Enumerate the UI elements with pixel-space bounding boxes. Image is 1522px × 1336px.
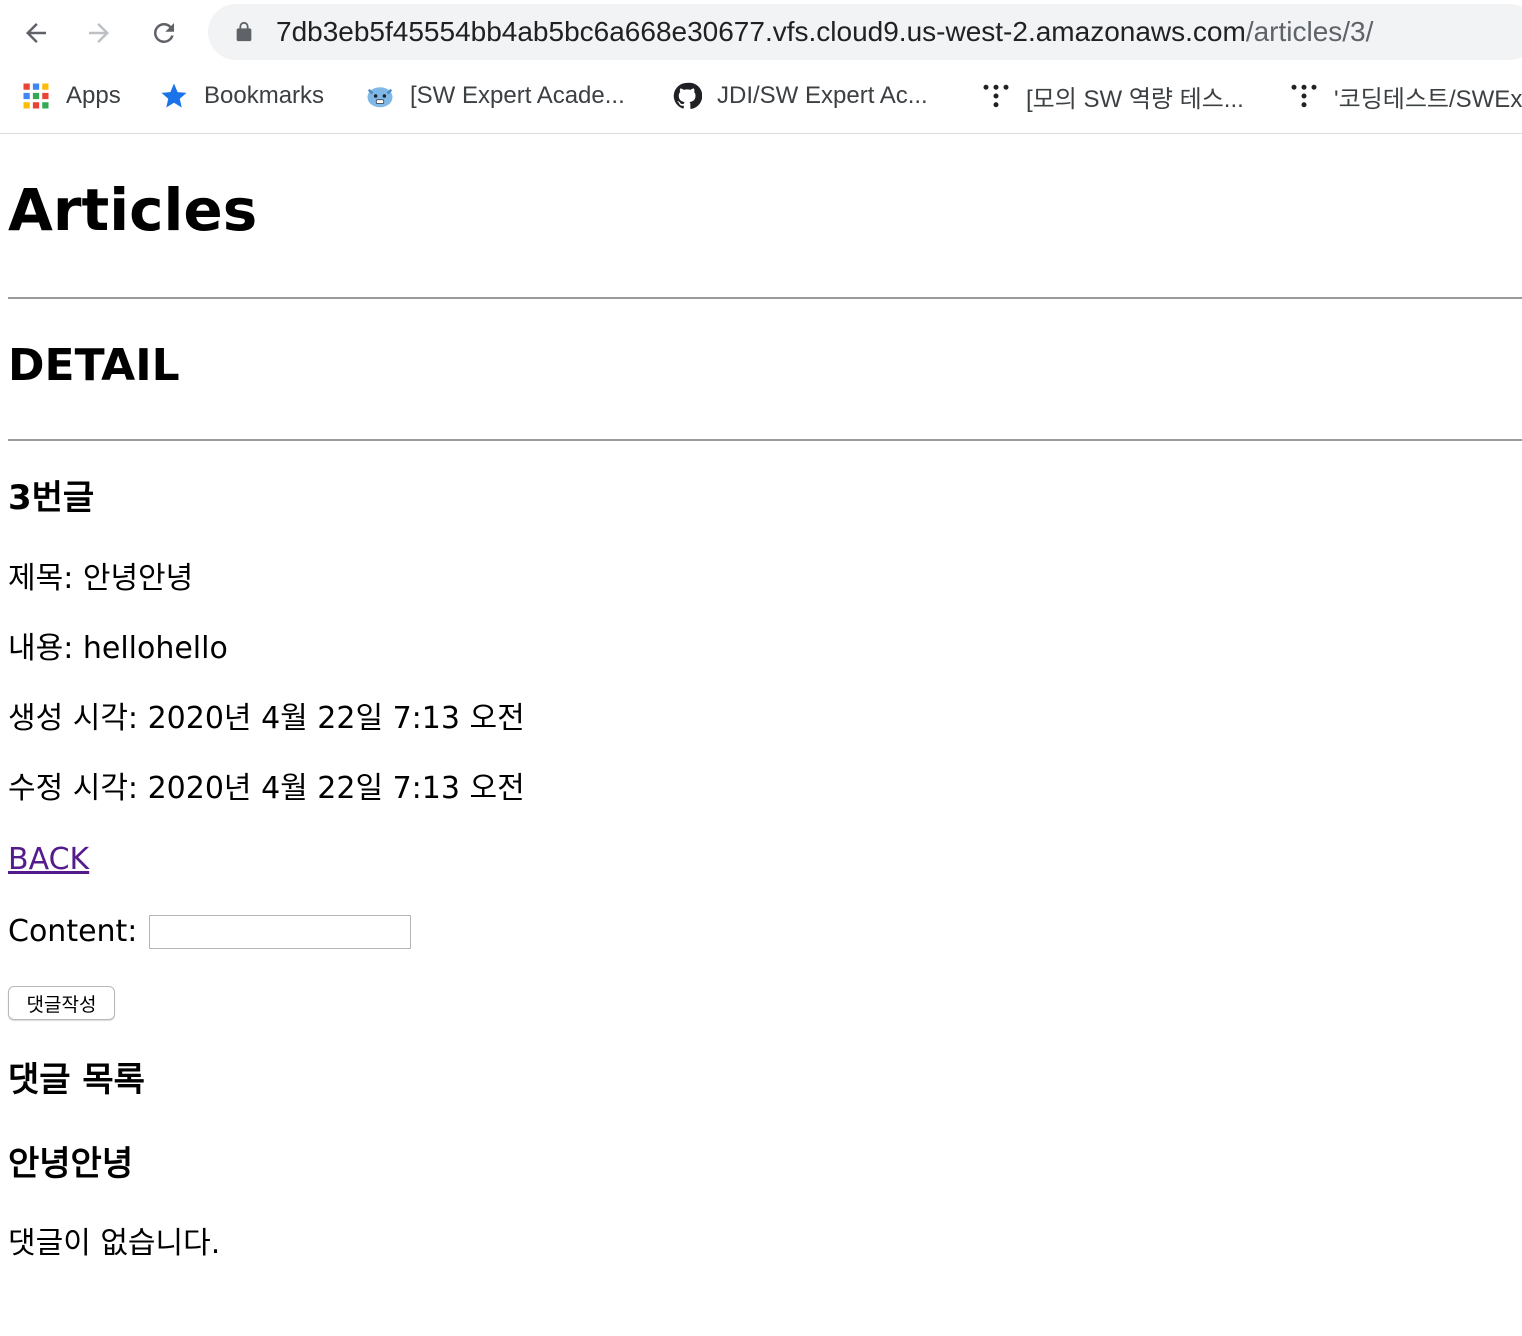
article-content: 내용: hellohello [8, 631, 228, 666]
url-text: 7db3eb5f45554bb4ab5bc6a668e30677.vfs.clo… [276, 16, 1373, 48]
comment-form: Content: [8, 910, 412, 954]
bookmark-apps[interactable]: Apps [20, 72, 121, 120]
back-link[interactable]: BACK [8, 840, 89, 880]
arrow-left-icon [26, 23, 46, 43]
reload-icon [153, 22, 174, 43]
no-comments-message: 댓글이 없습니다. [8, 1226, 221, 1261]
apps-grid-icon [20, 80, 52, 112]
section-heading: DETAIL [8, 340, 180, 391]
bookmark-label: [모의 SW 역량 테스... [1026, 85, 1244, 113]
sw-expert-academy-icon [364, 80, 396, 112]
article-title: 제목: 안녕안녕 [8, 561, 194, 596]
arrow-right-icon [89, 23, 109, 43]
bookmark-label: Bookmarks [204, 82, 325, 109]
github-icon [671, 80, 703, 112]
lock-icon [236, 21, 252, 42]
bookmark-mock-sw-test[interactable]: [모의 SW 역량 테스... [980, 72, 1244, 120]
bookmark-coding-test[interactable]: '코딩테스트/SWEx [1288, 72, 1522, 120]
comment-content-label: Content: [8, 914, 138, 949]
comments-heading: 댓글 목록 [8, 1060, 145, 1100]
bookmark-label: '코딩테스트/SWEx [1334, 85, 1522, 113]
submit-comment-button[interactable]: 댓글작성 [8, 986, 115, 1020]
page-title: Articles [8, 176, 258, 244]
bookmark-bookmarks[interactable]: Bookmarks [158, 72, 324, 120]
divider [8, 439, 1522, 441]
url-path: /articles/3/ [1245, 16, 1374, 47]
reload-button[interactable] [145, 14, 183, 52]
comment-content-input[interactable] [149, 915, 412, 949]
bookmark-label: [SW Expert Acade... [410, 82, 625, 109]
bookmark-label: Apps [66, 82, 121, 109]
address-bar[interactable]: 7db3eb5f45554bb4ab5bc6a668e30677.vfs.clo… [208, 4, 1522, 60]
url-host: 7db3eb5f45554bb4ab5bc6a668e30677.vfs.clo… [276, 16, 1246, 47]
bookmarks-bar: Apps Bookmarks [SW Expert Acade... JDI/S… [0, 72, 1522, 120]
browser-chrome: 7db3eb5f45554bb4ab5bc6a668e30677.vfs.clo… [0, 0, 1522, 134]
article-created-at: 생성 시각: 2020년 4월 22일 7:13 오전 [8, 701, 525, 736]
divider [8, 297, 1522, 299]
comment-article-title: 안녕안녕 [8, 1144, 134, 1184]
dots-icon [980, 80, 1012, 112]
star-icon [158, 80, 190, 112]
bookmark-label: JDI/SW Expert Ac... [717, 82, 928, 109]
dots-icon [1288, 80, 1320, 112]
article-updated-at: 수정 시각: 2020년 4월 22일 7:13 오전 [8, 771, 525, 806]
article-number: 3번글 [8, 478, 95, 518]
bookmark-sw-expert-academy[interactable]: [SW Expert Acade... [364, 72, 625, 120]
back-button[interactable] [17, 14, 55, 52]
bookmark-github[interactable]: JDI/SW Expert Ac... [671, 72, 928, 120]
forward-button[interactable] [80, 14, 118, 52]
